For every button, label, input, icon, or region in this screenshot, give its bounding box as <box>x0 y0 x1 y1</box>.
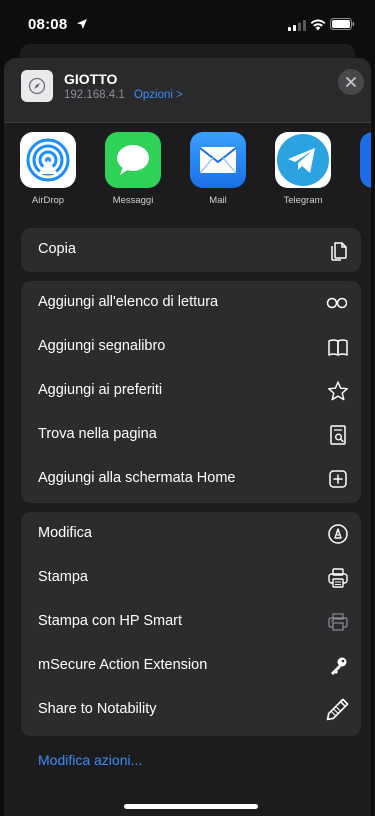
app-telegram[interactable]: Telegram <box>268 132 338 206</box>
action-group-page: Aggiungi all'elenco di lettura Aggiungi … <box>21 281 361 503</box>
plus-square-icon <box>329 470 347 488</box>
action-stampa[interactable]: Stampa <box>21 556 361 600</box>
markup-icon <box>328 524 348 544</box>
app-label: Telegram <box>283 195 323 206</box>
action-find-in-page[interactable]: Trova nella pagina <box>21 413 361 457</box>
action-label: Aggiungi segnalibro <box>38 338 166 354</box>
key-icon <box>331 657 347 675</box>
copy-icon <box>331 242 347 261</box>
star-icon <box>328 381 348 401</box>
reading-glasses-icon <box>326 297 348 309</box>
messages-icon <box>117 145 149 175</box>
app-airdrop[interactable]: AirDrop <box>13 132 83 206</box>
action-label: Stampa <box>38 569 88 585</box>
action-label: Aggiungi alla schermata Home <box>38 470 236 486</box>
action-label: Copia <box>38 241 76 257</box>
app-mail[interactable]: Mail <box>183 132 253 206</box>
app-label: L <box>353 195 371 206</box>
action-favorites[interactable]: Aggiungi ai preferiti <box>21 369 361 413</box>
airdrop-icon <box>26 138 70 182</box>
book-icon <box>328 339 348 356</box>
cellular-signal-icon <box>288 20 306 31</box>
hp-printer-icon <box>328 613 348 631</box>
home-indicator[interactable] <box>124 804 258 809</box>
site-address: 192.168.4.1 <box>64 89 125 101</box>
mail-icon <box>199 147 237 174</box>
app-icon-tile <box>105 132 161 188</box>
action-add-to-home[interactable]: Aggiungi alla schermata Home <box>21 457 361 501</box>
wifi-icon <box>310 19 326 31</box>
header-divider <box>4 122 371 123</box>
share-sheet-screen: 08:08 GIOTTO 192.168.4.1 Opzioni > AirDr… <box>0 0 375 816</box>
printer-icon <box>328 568 348 588</box>
app-label: Messaggi <box>112 195 154 206</box>
action-copia[interactable]: Copia <box>21 228 361 272</box>
battery-icon <box>330 18 355 30</box>
site-address-line: 192.168.4.1 Opzioni > <box>64 89 183 101</box>
app-icon-tile <box>20 132 76 188</box>
action-label: mSecure Action Extension <box>38 657 208 673</box>
action-reading-list[interactable]: Aggiungi all'elenco di lettura <box>21 281 361 325</box>
site-title: GIOTTO <box>64 71 118 87</box>
action-modifica[interactable]: Modifica <box>21 512 361 556</box>
action-label: Aggiungi all'elenco di lettura <box>38 294 219 310</box>
telegram-icon <box>277 134 329 186</box>
action-notability[interactable]: Share to Notability <box>21 688 361 732</box>
edit-actions-link[interactable]: Modifica azioni... <box>38 752 142 768</box>
action-bookmark[interactable]: Aggiungi segnalibro <box>21 325 361 369</box>
action-label: Aggiungi ai preferiti <box>38 382 163 398</box>
app-icon-tile <box>360 132 371 188</box>
app-icon-tile <box>190 132 246 188</box>
action-label: Modifica <box>38 525 92 541</box>
options-link[interactable]: Opzioni > <box>134 89 183 101</box>
action-msecure[interactable]: mSecure Action Extension <box>21 644 361 688</box>
action-label: Trova nella pagina <box>38 426 157 442</box>
action-label: Stampa con HP Smart <box>38 613 182 629</box>
app-label: Mail <box>209 195 227 206</box>
app-partial[interactable]: L <box>353 132 371 206</box>
app-label: AirDrop <box>31 195 65 206</box>
action-label: Share to Notability <box>38 701 157 717</box>
share-app-row: AirDrop Messaggi Mail Telegram <box>4 132 371 216</box>
action-group-extensions: Modifica Stampa Stampa con HP Smart mSec… <box>21 512 361 736</box>
compass-icon <box>28 77 46 95</box>
status-time: 08:08 <box>28 16 68 33</box>
location-arrow-icon <box>77 19 87 29</box>
close-button[interactable] <box>338 69 364 95</box>
pencil-icon <box>326 698 349 721</box>
action-hp-smart[interactable]: Stampa con HP Smart <box>21 600 361 644</box>
status-bar: 08:08 <box>0 0 375 48</box>
close-icon <box>346 77 356 87</box>
share-sheet-header: GIOTTO 192.168.4.1 Opzioni > <box>4 58 371 122</box>
site-icon <box>21 70 53 102</box>
app-icon-tile <box>275 132 331 188</box>
share-sheet: GIOTTO 192.168.4.1 Opzioni > AirDrop Mes… <box>4 58 371 816</box>
find-in-page-icon <box>330 425 346 445</box>
app-messaggi[interactable]: Messaggi <box>98 132 168 206</box>
action-group-copy: Copia <box>21 228 361 272</box>
